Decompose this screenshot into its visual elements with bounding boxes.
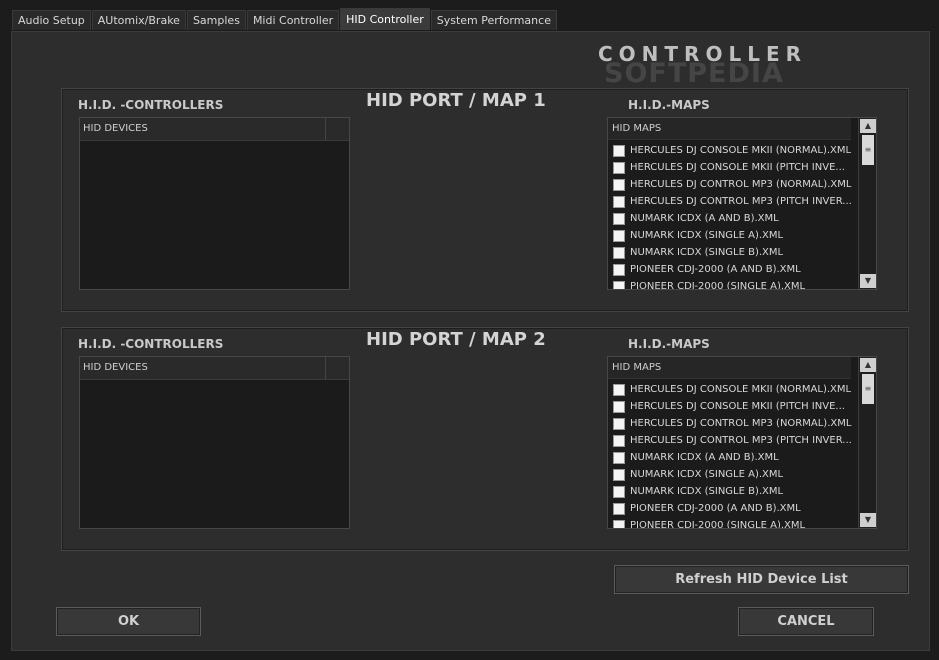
hid-maps-list[interactable]: HID MAPS HERCULES DJ CONSOLE MKII (NORMA…: [607, 117, 877, 290]
devices-header-extra: [326, 118, 349, 140]
list-item[interactable]: NUMARK ICDX (SINGLE A).XML: [608, 227, 856, 244]
checkbox-icon[interactable]: [613, 502, 625, 515]
scroll-up-arrow-icon[interactable]: ▲: [860, 358, 876, 372]
maps-label: H.I.D.-MAPS: [628, 337, 710, 351]
checkbox-icon[interactable]: [613, 161, 625, 174]
ok-button[interactable]: OK: [56, 607, 201, 636]
map-label: NUMARK ICDX (A AND B).XML: [630, 213, 779, 224]
maps-header: HID MAPS: [608, 118, 851, 140]
controllers-label: H.I.D. -CONTROLLERS: [78, 98, 224, 112]
devices-header-extra: [326, 357, 349, 379]
tab-hid-controller[interactable]: HID Controller: [340, 8, 430, 30]
checkbox-icon[interactable]: [613, 195, 625, 208]
map-label: HERCULES DJ CONTROL MP3 (PITCH INVER...: [630, 196, 852, 207]
checkbox-icon[interactable]: [613, 263, 625, 276]
list-item[interactable]: HERCULES DJ CONTROL MP3 (NORMAL).XML: [608, 176, 856, 193]
tab-midi-controller[interactable]: Midi Controller: [246, 10, 340, 30]
scroll-up-arrow-icon[interactable]: ▲: [860, 119, 876, 133]
map-label: HERCULES DJ CONTROL MP3 (NORMAL).XML: [630, 418, 852, 429]
tab-audio-setup[interactable]: Audio Setup: [12, 10, 91, 30]
scroll-down-arrow-icon[interactable]: ▼: [860, 513, 876, 527]
port-title: HID PORT / MAP 2: [366, 329, 546, 350]
tab-bar: Audio Setup AUtomix/Brake Samples Midi C…: [12, 8, 558, 31]
list-item[interactable]: HERCULES DJ CONTROL MP3 (NORMAL).XML: [608, 415, 856, 432]
list-item[interactable]: HERCULES DJ CONSOLE MKII (NORMAL).XML: [608, 142, 856, 159]
maps-scrollbar[interactable]: ▲ ≡ ▼: [858, 357, 876, 528]
softpedia-watermark: SOFTPEDIA: [604, 58, 784, 89]
hid-devices-list[interactable]: HID DEVICES: [79, 356, 350, 529]
maps-scrollbar[interactable]: ▲ ≡ ▼: [858, 118, 876, 289]
map-label: NUMARK ICDX (SINGLE B).XML: [630, 486, 784, 497]
scroll-down-arrow-icon[interactable]: ▼: [860, 274, 876, 288]
port-title: HID PORT / MAP 1: [366, 90, 546, 111]
map-label: HERCULES DJ CONSOLE MKII (PITCH INVE...: [630, 162, 845, 173]
settings-panel: CONTROLLER H.I.D. -CONTROLLERS HID PORT …: [11, 31, 930, 651]
checkbox-icon[interactable]: [613, 178, 625, 191]
devices-header-label: HID DEVICES: [80, 357, 326, 379]
tab-samples[interactable]: Samples: [186, 10, 246, 30]
hid-maps-list[interactable]: HID MAPS HERCULES DJ CONSOLE MKII (NORMA…: [607, 356, 877, 529]
checkbox-icon[interactable]: [613, 280, 625, 289]
map-label: HERCULES DJ CONTROL MP3 (PITCH INVER...: [630, 435, 852, 446]
list-item[interactable]: NUMARK ICDX (A AND B).XML: [608, 449, 856, 466]
checkbox-icon[interactable]: [613, 417, 625, 430]
maps-items: HERCULES DJ CONSOLE MKII (NORMAL).XML HE…: [608, 142, 856, 290]
devices-header: HID DEVICES: [80, 118, 349, 141]
list-item[interactable]: NUMARK ICDX (SINGLE A).XML: [608, 466, 856, 483]
cancel-button[interactable]: CANCEL: [738, 607, 874, 636]
list-item[interactable]: HERCULES DJ CONTROL MP3 (PITCH INVER...: [608, 432, 856, 449]
checkbox-icon[interactable]: [613, 400, 625, 413]
list-item[interactable]: NUMARK ICDX (SINGLE B).XML: [608, 483, 856, 500]
devices-header-label: HID DEVICES: [80, 118, 326, 140]
checkbox-icon[interactable]: [613, 246, 625, 259]
maps-items: HERCULES DJ CONSOLE MKII (NORMAL).XML HE…: [608, 381, 856, 529]
checkbox-icon[interactable]: [613, 519, 625, 528]
checkbox-icon[interactable]: [613, 229, 625, 242]
list-item[interactable]: HERCULES DJ CONSOLE MKII (NORMAL).XML: [608, 381, 856, 398]
checkbox-icon[interactable]: [613, 212, 625, 225]
hid-port-group-2: H.I.D. -CONTROLLERS HID PORT / MAP 2 H.I…: [61, 327, 909, 551]
map-label: PIONEER CDJ-2000 (A AND B).XML: [630, 264, 801, 275]
map-label: HERCULES DJ CONTROL MP3 (NORMAL).XML: [630, 179, 852, 190]
list-item[interactable]: NUMARK ICDX (SINGLE B).XML: [608, 244, 856, 261]
tab-automix-brake[interactable]: AUtomix/Brake: [91, 10, 186, 30]
tab-system-performance[interactable]: System Performance: [430, 10, 557, 30]
controllers-label: H.I.D. -CONTROLLERS: [78, 337, 224, 351]
list-item[interactable]: PIONEER CDJ-2000 (A AND B).XML: [608, 261, 856, 278]
checkbox-icon[interactable]: [613, 144, 625, 157]
devices-header: HID DEVICES: [80, 357, 349, 380]
map-label: HERCULES DJ CONSOLE MKII (NORMAL).XML: [630, 145, 852, 156]
map-label: PIONEER CDJ-2000 (SINGLE A).XML: [630, 520, 806, 529]
scroll-thumb[interactable]: ≡: [862, 135, 874, 165]
scroll-thumb[interactable]: ≡: [862, 374, 874, 404]
list-item[interactable]: HERCULES DJ CONSOLE MKII (PITCH INVE...: [608, 159, 856, 176]
list-item[interactable]: NUMARK ICDX (A AND B).XML: [608, 210, 856, 227]
list-item[interactable]: HERCULES DJ CONTROL MP3 (PITCH INVER...: [608, 193, 856, 210]
checkbox-icon[interactable]: [613, 468, 625, 481]
map-label: NUMARK ICDX (SINGLE A).XML: [630, 469, 784, 480]
refresh-hid-device-list-button[interactable]: Refresh HID Device List: [614, 565, 909, 594]
map-label: NUMARK ICDX (A AND B).XML: [630, 452, 779, 463]
checkbox-icon[interactable]: [613, 434, 625, 447]
list-item[interactable]: HERCULES DJ CONSOLE MKII (PITCH INVE...: [608, 398, 856, 415]
map-label: PIONEER CDJ-2000 (A AND B).XML: [630, 503, 801, 514]
checkbox-icon[interactable]: [613, 383, 625, 396]
maps-label: H.I.D.-MAPS: [628, 98, 710, 112]
map-label: NUMARK ICDX (SINGLE B).XML: [630, 247, 784, 258]
list-item[interactable]: PIONEER CDJ-2000 (SINGLE A).XML: [608, 278, 856, 290]
maps-header: HID MAPS: [608, 357, 851, 379]
hid-port-group-1: H.I.D. -CONTROLLERS HID PORT / MAP 1 H.I…: [61, 88, 909, 312]
list-item[interactable]: PIONEER CDJ-2000 (A AND B).XML: [608, 500, 856, 517]
checkbox-icon[interactable]: [613, 451, 625, 464]
list-item[interactable]: PIONEER CDJ-2000 (SINGLE A).XML: [608, 517, 856, 529]
map-label: HERCULES DJ CONSOLE MKII (NORMAL).XML: [630, 384, 852, 395]
hid-devices-list[interactable]: HID DEVICES: [79, 117, 350, 290]
checkbox-icon[interactable]: [613, 485, 625, 498]
map-label: HERCULES DJ CONSOLE MKII (PITCH INVE...: [630, 401, 845, 412]
map-label: PIONEER CDJ-2000 (SINGLE A).XML: [630, 281, 806, 290]
map-label: NUMARK ICDX (SINGLE A).XML: [630, 230, 784, 241]
